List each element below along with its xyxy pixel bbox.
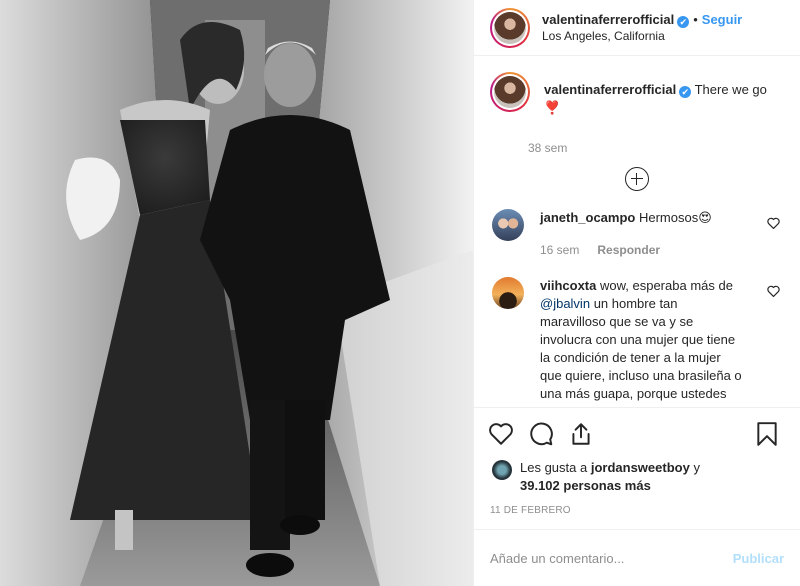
- caption-username[interactable]: valentinaferrerofficial: [544, 82, 676, 97]
- plus-circle-icon[interactable]: [625, 167, 649, 191]
- likes-prefix: Les gusta a: [520, 460, 588, 475]
- likes-count-link[interactable]: 39.102 personas más: [520, 478, 651, 493]
- add-comment-bar: Publicar: [474, 529, 800, 586]
- caption-text: There we go: [694, 82, 767, 97]
- share-icon[interactable]: [568, 421, 594, 447]
- follow-button[interactable]: Seguir: [702, 12, 742, 27]
- verified-badge-icon: ✔: [679, 86, 692, 98]
- caption: valentinaferrerofficial ✔ There we go ❣️: [490, 72, 784, 117]
- comment-item: viihcoxta wow, esperaba más de @jbalvin …: [490, 277, 784, 403]
- post-header: valentinaferrerofficial ✔ • Seguir Los Ange…: [474, 0, 800, 56]
- caption-author-avatar[interactable]: [490, 72, 530, 112]
- post-actions-bar: [474, 407, 800, 459]
- caption-emoji: ❣️: [544, 100, 561, 115]
- commenter-avatar[interactable]: [492, 209, 524, 241]
- liker-avatar[interactable]: [492, 460, 512, 480]
- author-avatar[interactable]: [490, 7, 530, 48]
- post-side-panel: valentinaferrerofficial ✔ • Seguir Los Ange…: [473, 0, 800, 586]
- separator-dot: •: [693, 11, 698, 27]
- comment-like-heart-icon[interactable]: [767, 217, 780, 229]
- commenter-avatar[interactable]: [492, 277, 524, 309]
- comment-text: Hermosos😍: [638, 210, 712, 225]
- comment-text-continued: un hombre tan maravilloso que se va y se…: [540, 296, 742, 401]
- likes-summary: Les gusta a jordansweetboy y 39.102 pers…: [474, 459, 800, 495]
- instagram-post: valentinaferrerofficial ✔ • Seguir Los Ange…: [0, 0, 800, 586]
- author-username[interactable]: valentinaferrerofficial: [542, 12, 674, 27]
- post-location[interactable]: Los Angeles, California: [542, 28, 742, 45]
- reply-button[interactable]: Responder: [597, 243, 660, 257]
- comments-section[interactable]: valentinaferrerofficial ✔ There we go ❣️ …: [474, 56, 800, 407]
- liker-username[interactable]: jordansweetboy: [591, 460, 690, 475]
- comment-like-heart-icon[interactable]: [767, 285, 780, 297]
- comment-item: janeth_ocampo Hermosos😍 16 sem Responder: [490, 209, 784, 259]
- comment-time[interactable]: 16 sem: [540, 243, 579, 257]
- likes-conjunction: y: [693, 460, 700, 475]
- comment-input[interactable]: [490, 550, 733, 566]
- bookmark-icon[interactable]: [754, 421, 780, 447]
- publish-button[interactable]: Publicar: [733, 551, 784, 566]
- post-photo[interactable]: [0, 0, 473, 586]
- post-date[interactable]: 11 DE FEBRERO: [474, 495, 800, 529]
- caption-time[interactable]: 38 sem: [528, 141, 784, 155]
- heart-icon[interactable]: [488, 421, 514, 447]
- verified-badge-icon: ✔: [677, 15, 690, 28]
- comment-mention-link[interactable]: @jbalvin: [540, 296, 590, 311]
- commenter-username[interactable]: viihcoxta: [540, 278, 596, 293]
- couple-photo-illustration: [0, 0, 473, 586]
- comment-icon[interactable]: [528, 421, 554, 447]
- comment-text: wow, esperaba más de: [599, 278, 733, 293]
- load-more-comments[interactable]: [490, 167, 784, 191]
- commenter-username[interactable]: janeth_ocampo: [540, 210, 635, 225]
